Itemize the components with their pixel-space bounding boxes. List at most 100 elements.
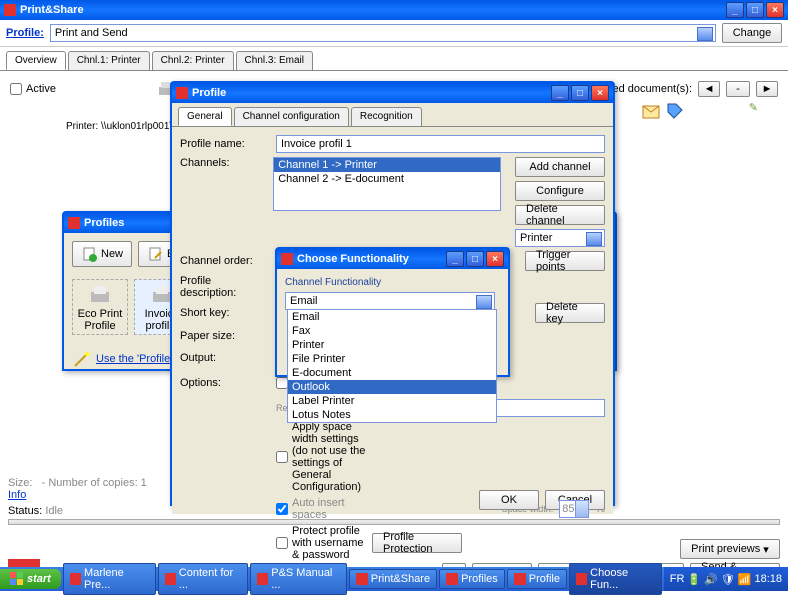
profile-max-button[interactable]: □: [571, 85, 589, 101]
func-max-button[interactable]: □: [466, 251, 484, 267]
tab-chnl1[interactable]: Chnl.1: Printer: [68, 51, 150, 70]
profile-eco[interactable]: Eco Print Profile: [72, 279, 128, 335]
app-icon: [165, 573, 176, 585]
status-value: Idle: [45, 505, 63, 517]
func-option[interactable]: Lotus Notes: [288, 408, 496, 422]
profile-min-button[interactable]: _: [551, 85, 569, 101]
func-icon: [281, 253, 293, 265]
func-option[interactable]: Label Printer: [288, 394, 496, 408]
active-check-input[interactable]: [10, 83, 22, 95]
pencil-doc-icon: [147, 246, 163, 262]
choose-functionality-dialog: Choose Functionality _ □ × Channel Funct…: [275, 247, 510, 377]
task-item[interactable]: P&S Manual ...: [250, 563, 347, 595]
func-option[interactable]: File Printer: [288, 352, 496, 366]
task-item[interactable]: Profile: [507, 569, 567, 589]
task-item[interactable]: Profiles: [439, 569, 505, 589]
minimize-button[interactable]: _: [726, 2, 744, 18]
progress-bar: [8, 519, 780, 525]
tray-icon[interactable]: 📶: [738, 573, 752, 586]
func-option[interactable]: E-document: [288, 366, 496, 380]
main-area: Active Loaded document(s): ◄ - ► ✎ Print…: [0, 71, 788, 591]
tray-icon[interactable]: 🔊: [704, 573, 718, 586]
profile-close-button[interactable]: ×: [591, 85, 609, 101]
func-close-button[interactable]: ×: [486, 251, 504, 267]
tab-general[interactable]: General: [178, 107, 232, 126]
profile-name-input[interactable]: [276, 135, 605, 153]
tab-channel-config[interactable]: Channel configuration: [234, 107, 349, 126]
size-label: Size:: [8, 477, 32, 489]
tray-icon[interactable]: 🛡: [721, 573, 735, 586]
envelope-icon: [641, 101, 661, 121]
profile-value: Print and Send: [55, 27, 128, 39]
channels-listbox[interactable]: Channel 1 -> Printer Channel 2 -> E-docu…: [273, 157, 501, 211]
tab-overview[interactable]: Overview: [6, 51, 66, 70]
tab-recognition[interactable]: Recognition: [351, 107, 422, 126]
profile-dialog-icon: [176, 87, 188, 99]
func-option[interactable]: Printer: [288, 338, 496, 352]
delete-channel-button[interactable]: Delete channel: [515, 205, 605, 225]
nav-next-button[interactable]: ►: [756, 81, 778, 97]
delete-key-button[interactable]: Delete key: [535, 303, 605, 323]
func-min-button[interactable]: _: [446, 251, 464, 267]
plus-doc-icon: [81, 246, 97, 262]
task-item[interactable]: Content for ...: [158, 563, 248, 595]
profile-desc-label: Profile description:: [180, 275, 270, 299]
channel-row[interactable]: Channel 1 -> Printer: [274, 158, 500, 172]
protect-check[interactable]: Protect profile with username & password: [276, 525, 366, 561]
func-title: Choose Functionality: [297, 253, 442, 265]
task-item[interactable]: Print&Share: [349, 569, 437, 589]
paper-size-label: Paper size:: [180, 330, 270, 342]
maximize-button[interactable]: □: [746, 2, 764, 18]
profile-link[interactable]: Profile:: [6, 27, 44, 39]
new-profile-button[interactable]: New: [72, 241, 132, 267]
profiles-icon: [68, 217, 80, 229]
app-titlebar: Print&Share _ □ ×: [0, 0, 788, 20]
app-icon: [356, 573, 368, 585]
channel-row[interactable]: Channel 2 -> E-document: [274, 172, 500, 186]
nav-number: -: [726, 81, 750, 97]
channels-label: Channels:: [180, 157, 267, 169]
tab-chnl3[interactable]: Chnl.3: Email: [236, 51, 313, 70]
configure-button[interactable]: Configure: [515, 181, 605, 201]
profile-name-label: Profile name:: [180, 138, 270, 150]
func-section-label: Channel Functionality: [285, 277, 500, 288]
printer-doc-icon: [86, 282, 114, 306]
task-item[interactable]: Marlene Pre...: [63, 563, 156, 595]
profile-toolbar: Profile: Print and Send Change: [0, 20, 788, 47]
lang-indicator[interactable]: FR: [670, 573, 685, 585]
app-icon: [576, 573, 587, 585]
app-icon: [446, 573, 458, 585]
tag-icon: [665, 101, 685, 121]
printer-dropdown[interactable]: Printer: [515, 229, 605, 247]
close-button[interactable]: ×: [766, 2, 784, 18]
tab-chnl2[interactable]: Chnl.2: Printer: [152, 51, 234, 70]
app-title: Print&Share: [20, 4, 722, 16]
info-link[interactable]: Info: [8, 489, 26, 501]
system-tray[interactable]: FR 🔋 🔊 🛡 📶 18:18: [664, 567, 788, 591]
print-previews-button[interactable]: Print previews ▾: [680, 539, 780, 559]
change-button[interactable]: Change: [722, 23, 782, 43]
windows-icon: [10, 572, 24, 586]
start-button[interactable]: start: [0, 569, 61, 589]
func-option[interactable]: Outlook: [288, 380, 496, 394]
output-label: Output:: [180, 352, 270, 364]
func-dropdown-list[interactable]: Email Fax Printer File Printer E-documen…: [287, 309, 497, 423]
task-item-active[interactable]: Choose Fun...: [569, 563, 662, 595]
add-channel-button[interactable]: Add channel: [515, 157, 605, 177]
profile-dialog-title: Profile: [192, 87, 547, 99]
trigger-points-button[interactable]: Trigger points: [525, 251, 605, 271]
func-option[interactable]: Fax: [288, 324, 496, 338]
edit-icon[interactable]: ✎: [749, 101, 758, 121]
nav-prev-button[interactable]: ◄: [698, 81, 720, 97]
channel-order-label: Channel order:: [180, 255, 270, 267]
clock[interactable]: 18:18: [754, 573, 782, 585]
profile-dropdown[interactable]: Print and Send: [50, 24, 716, 42]
profile-protection-button[interactable]: Profile Protection: [372, 533, 462, 553]
options-label: Options:: [180, 377, 270, 389]
func-option[interactable]: Email: [288, 310, 496, 324]
tray-icon[interactable]: 🔋: [687, 573, 701, 586]
active-checkbox[interactable]: Active: [10, 83, 56, 95]
recog-input[interactable]: [485, 399, 605, 417]
main-tabs: Overview Chnl.1: Printer Chnl.2: Printer…: [0, 47, 788, 71]
func-dropdown[interactable]: Email: [285, 292, 495, 310]
